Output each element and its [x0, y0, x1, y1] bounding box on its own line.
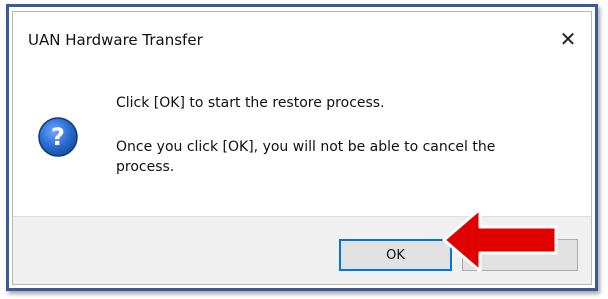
close-button[interactable]: ✕ [555, 26, 581, 52]
close-icon: ✕ [559, 27, 577, 51]
red-arrow-icon [442, 207, 558, 273]
title-bar: UAN Hardware Transfer ✕ [13, 12, 591, 64]
message-primary: Click [OK] to start the restore process. [116, 95, 385, 111]
dialog-title: UAN Hardware Transfer [28, 31, 203, 49]
message-secondary: Once you click [OK], you will not be abl… [116, 139, 496, 175]
ok-button[interactable]: OK [339, 239, 452, 271]
dialog-content: ? Click [OK] to start the restore proces… [13, 64, 591, 216]
question-icon: ? [38, 117, 78, 157]
svg-text:?: ? [51, 123, 65, 151]
